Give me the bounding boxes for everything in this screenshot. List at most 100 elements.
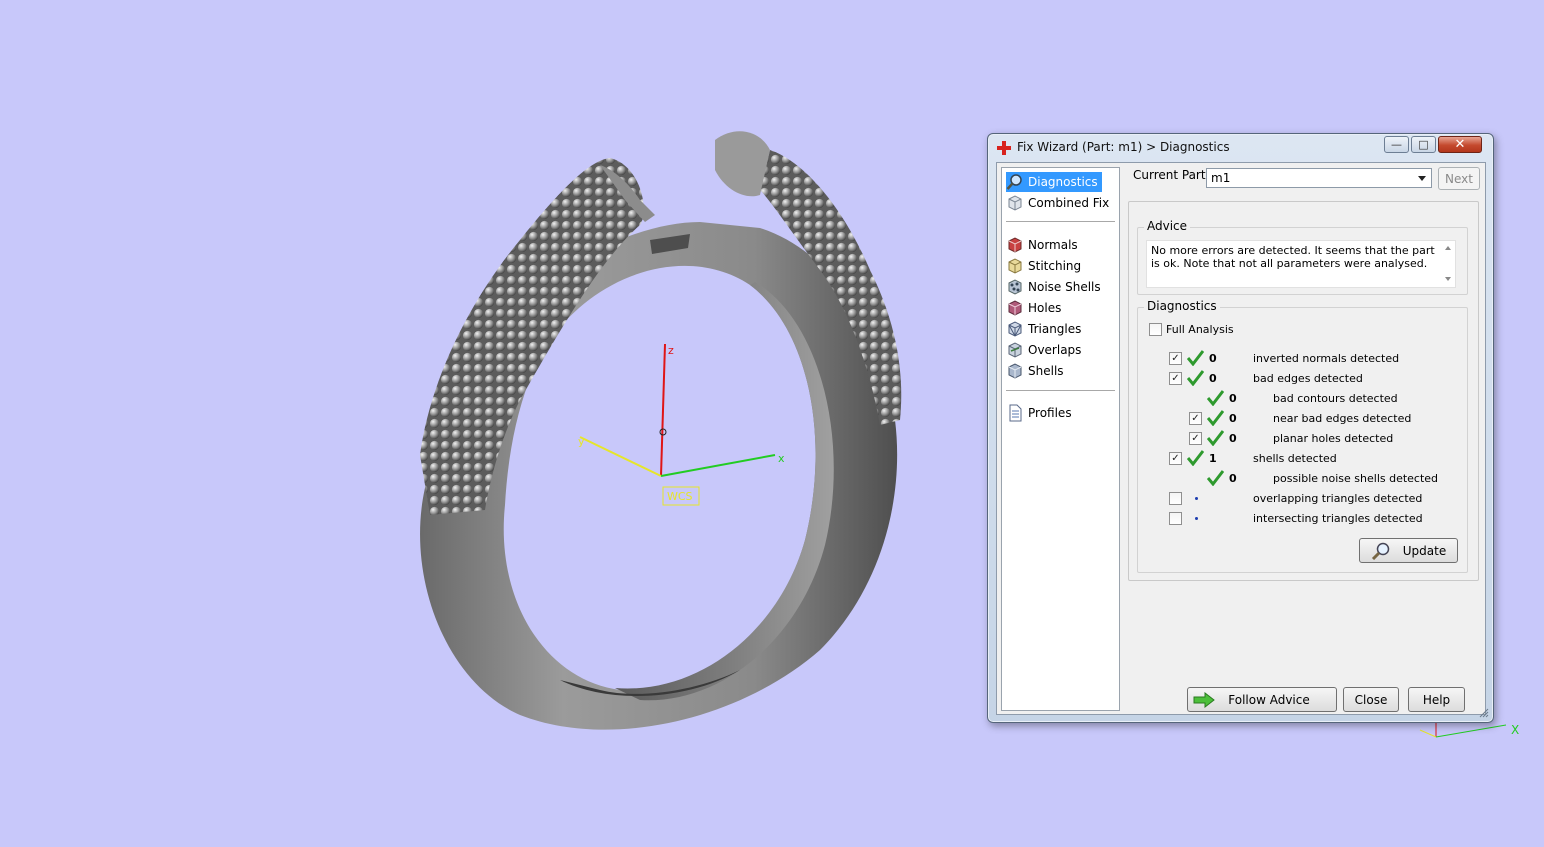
shells-cube-icon [1008, 363, 1022, 379]
check-icon [1207, 390, 1224, 406]
check-icon [1187, 370, 1204, 386]
sidebar-item-overlaps[interactable]: Overlaps [1006, 340, 1085, 360]
diag-label: planar holes detected [1273, 432, 1394, 445]
close-icon: ✕ [1454, 137, 1466, 152]
sidebar-separator [1006, 390, 1115, 391]
diag-count: 0 [1229, 412, 1237, 425]
close-button-label: Close [1354, 692, 1388, 707]
main-panel-frame: Advice No more errors are detected. It s… [1128, 201, 1479, 581]
next-button-label: Next [1445, 171, 1473, 186]
diag-count: 0 [1229, 392, 1237, 405]
sidebar-item-diagnostics[interactable]: Diagnostics [1006, 172, 1102, 192]
advice-text: No more errors are detected. It seems th… [1151, 244, 1435, 270]
check-icon [1207, 430, 1224, 446]
diag-checkbox-planar-holes[interactable]: ✓ [1189, 432, 1202, 445]
help-button-label: Help [1422, 692, 1451, 707]
sidebar-item-triangles[interactable]: Triangles [1006, 319, 1085, 339]
sidebar-item-profiles[interactable]: Profiles [1006, 403, 1076, 423]
diag-count: 0 [1229, 472, 1237, 485]
red-cross-icon [997, 141, 1011, 155]
wcs-label: WCS [667, 490, 693, 503]
magnifier-icon [1006, 174, 1022, 190]
holes-cube-icon [1008, 300, 1022, 316]
next-button[interactable]: Next [1438, 167, 1480, 190]
diag-label: overlapping triangles detected [1253, 492, 1423, 505]
diag-checkbox-overlapping-triangles[interactable] [1169, 492, 1182, 505]
sidebar-item-label: Stitching [1028, 259, 1082, 273]
arrow-right-icon [1193, 692, 1215, 708]
normals-cube-icon [1008, 237, 1022, 253]
window-close-button[interactable]: ✕ [1438, 136, 1482, 153]
follow-advice-button[interactable]: Follow Advice [1187, 687, 1337, 712]
update-button-label: Update [1402, 543, 1447, 558]
scroll-up-icon[interactable] [1445, 246, 1451, 250]
sidebar-item-label: Overlaps [1028, 343, 1082, 357]
diag-checkbox-near-bad-edges[interactable]: ✓ [1189, 412, 1202, 425]
follow-advice-label: Follow Advice [1228, 692, 1310, 707]
maximize-icon: □ [1418, 138, 1429, 151]
chevron-down-icon [1418, 176, 1426, 181]
noise-shells-icon [1008, 279, 1022, 295]
diag-label: near bad edges detected [1273, 412, 1412, 425]
full-analysis-checkbox[interactable] [1149, 323, 1162, 336]
check-icon [1187, 450, 1204, 466]
diag-checkbox-bad-edges[interactable]: ✓ [1169, 372, 1182, 385]
diag-count: 0 [1209, 372, 1217, 385]
check-icon [1207, 470, 1224, 486]
full-analysis-label: Full Analysis [1166, 323, 1234, 336]
sidebar-item-label: Profiles [1028, 406, 1072, 420]
diag-label: bad contours detected [1273, 392, 1398, 405]
minimize-button[interactable]: — [1384, 136, 1409, 153]
current-part-value: m1 [1211, 171, 1231, 185]
diag-count: 0 [1209, 352, 1217, 365]
magnifier-icon [1371, 542, 1390, 560]
overlaps-cube-icon [1008, 342, 1022, 358]
sidebar-item-noise-shells[interactable]: Noise Shells [1006, 277, 1105, 297]
resize-grip-icon[interactable] [1479, 708, 1489, 718]
diagnostics-group: Diagnostics Full Analysis ✓ 0 inverted n… [1137, 299, 1468, 573]
diag-checkbox-intersecting-triangles[interactable] [1169, 512, 1182, 525]
sidebar-item-label: Noise Shells [1028, 280, 1101, 294]
pending-dot-icon [1195, 517, 1198, 520]
prong-right [715, 131, 770, 197]
sidebar-item-label: Diagnostics [1028, 175, 1098, 189]
advice-textbox[interactable]: No more errors are detected. It seems th… [1146, 240, 1456, 288]
sidebar-item-combined-fix[interactable]: Combined Fix [1006, 193, 1113, 213]
close-button[interactable]: Close [1343, 687, 1399, 712]
dialog-titlebar[interactable]: Fix Wizard (Part: m1) > Diagnostics — □ … [988, 134, 1493, 162]
pending-dot-icon [1195, 497, 1198, 500]
diag-label: possible noise shells detected [1273, 472, 1439, 485]
wizard-sidebar: Diagnostics Combined Fix Normals Stitchi… [1001, 167, 1120, 711]
advice-group: Advice No more errors are detected. It s… [1137, 219, 1468, 295]
axis-z-label: z [668, 344, 674, 357]
sidebar-item-shells[interactable]: Shells [1006, 361, 1068, 381]
diag-label: bad edges detected [1253, 372, 1363, 385]
sidebar-item-label: Combined Fix [1028, 196, 1110, 210]
sidebar-item-label: Holes [1028, 301, 1062, 315]
minimize-icon: — [1391, 138, 1402, 151]
update-button[interactable]: Update [1359, 538, 1458, 563]
sidebar-item-label: Normals [1028, 238, 1078, 252]
sidebar-item-stitching[interactable]: Stitching [1006, 256, 1085, 276]
check-icon [1187, 350, 1204, 366]
cube-icon [1008, 195, 1022, 211]
help-button[interactable]: Help [1408, 687, 1465, 712]
advice-legend: Advice [1144, 219, 1191, 233]
axis-x-label: x [778, 452, 785, 465]
current-part-select[interactable]: m1 [1206, 168, 1432, 188]
scroll-down-icon[interactable] [1445, 277, 1451, 281]
sidebar-item-holes[interactable]: Holes [1006, 298, 1065, 318]
dialog-title: Fix Wizard (Part: m1) > Diagnostics [1017, 140, 1230, 154]
diag-checkbox-shells[interactable]: ✓ [1169, 452, 1182, 465]
document-icon [1009, 404, 1022, 422]
diag-label: intersecting triangles detected [1253, 512, 1423, 525]
axis-y-label: y [578, 435, 585, 448]
diag-checkbox-inverted-normals[interactable]: ✓ [1169, 352, 1182, 365]
maximize-button[interactable]: □ [1411, 136, 1436, 153]
sidebar-item-label: Shells [1028, 364, 1064, 378]
dialog-client-area: Diagnostics Combined Fix Normals Stitchi… [996, 162, 1486, 715]
corner-axes: X [1419, 722, 1519, 738]
sidebar-item-normals[interactable]: Normals [1006, 235, 1082, 255]
diag-label: inverted normals detected [1253, 352, 1400, 365]
diag-label: shells detected [1253, 452, 1337, 465]
